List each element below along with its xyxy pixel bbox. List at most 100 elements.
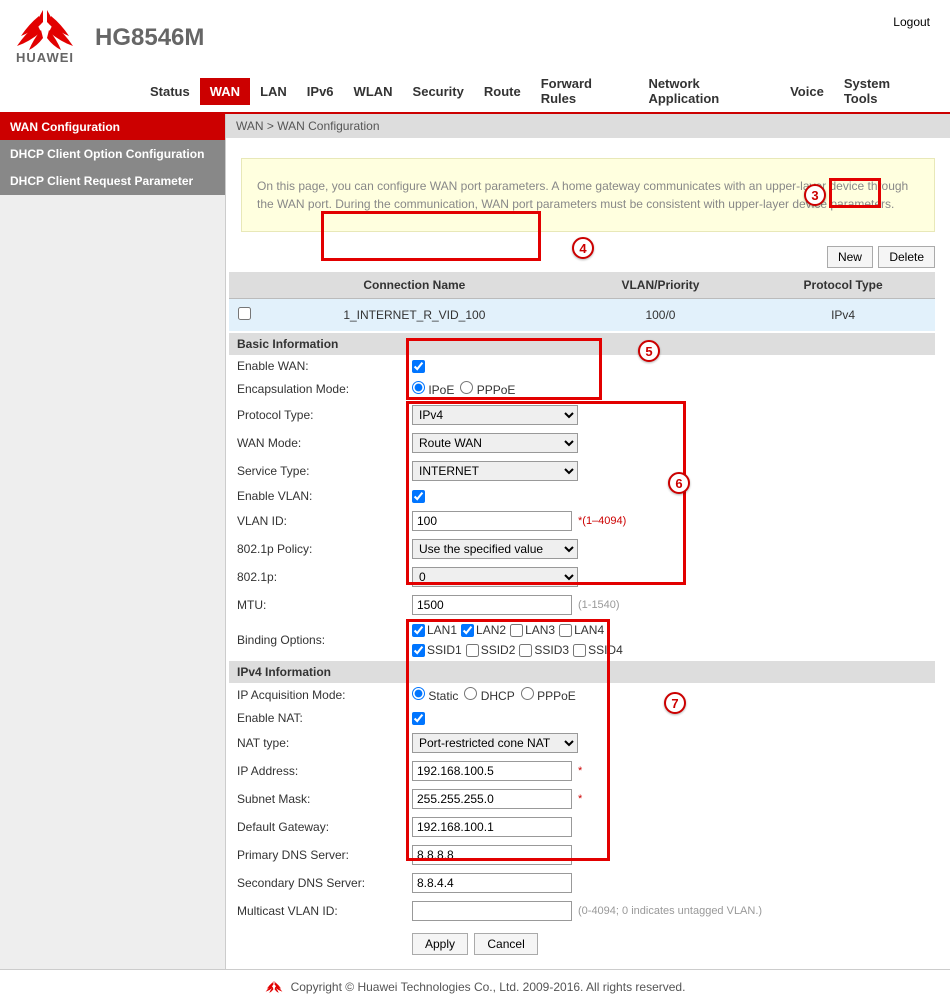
section-basic: Basic Information [229, 333, 935, 355]
ipacq-static-label: Static [428, 689, 458, 703]
mtu-hint: (1-1540) [578, 599, 620, 611]
sidebar-item-wan-configuration[interactable]: WAN Configuration [0, 114, 225, 141]
row-proto: IPv4 [751, 299, 935, 332]
ip-addr-input[interactable] [412, 761, 572, 781]
label-encap: Encapsulation Mode: [237, 382, 412, 396]
sidebar-item-dhcp-client-request-parameter[interactable]: DHCP Client Request Parameter [0, 168, 225, 195]
service-type-select[interactable]: INTERNET [412, 461, 578, 481]
col-protocol-type: Protocol Type [751, 272, 935, 299]
p8021-policy-select[interactable]: Use the specified value [412, 539, 578, 559]
nav-status[interactable]: Status [140, 78, 200, 105]
ipacq-dhcp-label: DHCP [481, 689, 515, 703]
delete-button[interactable]: Delete [878, 246, 935, 268]
row-vlan: 100/0 [570, 299, 752, 332]
cancel-button[interactable]: Cancel [474, 933, 537, 955]
label-wan-mode: WAN Mode: [237, 436, 412, 450]
label-enable-wan: Enable WAN: [237, 359, 412, 373]
bind-lan2-checkbox[interactable] [461, 624, 474, 637]
nav-lan[interactable]: LAN [250, 78, 297, 105]
section-ipv4: IPv4 Information [229, 661, 935, 683]
bind-ssid4-checkbox[interactable] [573, 644, 586, 657]
encap-ipoe-radio[interactable] [412, 381, 425, 394]
ipacq-pppoe-label: PPPoE [537, 689, 576, 703]
label-dns1: Primary DNS Server: [237, 848, 412, 862]
bind-ssid2-checkbox[interactable] [466, 644, 479, 657]
bind-lan1-checkbox[interactable] [412, 624, 425, 637]
bind-ssid4-label: SSID4 [588, 643, 623, 657]
vlan-id-input[interactable] [412, 511, 572, 531]
nav-voice[interactable]: Voice [780, 78, 834, 105]
label-enable-nat: Enable NAT: [237, 711, 412, 725]
bind-lan3-label: LAN3 [525, 623, 555, 637]
nav-wan[interactable]: WAN [200, 78, 250, 105]
footer-logo-icon [265, 980, 283, 994]
label-mvlan: Multicast VLAN ID: [237, 904, 412, 918]
nav-system-tools[interactable]: System Tools [834, 70, 935, 112]
label-binding: Binding Options: [237, 633, 412, 647]
encap-pppoe-radio[interactable] [460, 381, 473, 394]
p8021-select[interactable]: 0 [412, 567, 578, 587]
proto-type-select[interactable]: IPv4 [412, 405, 578, 425]
bind-lan3-checkbox[interactable] [510, 624, 523, 637]
nav-ipv6[interactable]: IPv6 [297, 78, 344, 105]
gateway-input[interactable] [412, 817, 572, 837]
label-dns2: Secondary DNS Server: [237, 876, 412, 890]
bind-ssid1-label: SSID1 [427, 643, 462, 657]
enable-vlan-checkbox[interactable] [412, 490, 425, 503]
intro-text: On this page, you can configure WAN port… [241, 158, 935, 232]
nav-forward-rules[interactable]: Forward Rules [531, 70, 639, 112]
brand-text: HUAWEI [16, 50, 74, 65]
bind-lan1-label: LAN1 [427, 623, 457, 637]
ipacq-static-radio[interactable] [412, 687, 425, 700]
nat-type-select[interactable]: Port-restricted cone NAT [412, 733, 578, 753]
subnet-req: * [578, 793, 582, 805]
bind-ssid1-checkbox[interactable] [412, 644, 425, 657]
bind-lan4-checkbox[interactable] [559, 624, 572, 637]
connection-table: Connection Name VLAN/Priority Protocol T… [229, 272, 935, 331]
label-vlan-id: VLAN ID: [237, 514, 412, 528]
bind-lan4-label: LAN4 [574, 623, 604, 637]
dns1-input[interactable] [412, 845, 572, 865]
col-check [229, 272, 259, 299]
ipacq-dhcp-radio[interactable] [464, 687, 477, 700]
label-enable-vlan: Enable VLAN: [237, 489, 412, 503]
nav-security[interactable]: Security [403, 78, 474, 105]
mvlan-input[interactable] [412, 901, 572, 921]
encap-pppoe-label: PPPoE [477, 383, 516, 397]
bind-ssid2-label: SSID2 [481, 643, 516, 657]
new-button[interactable]: New [827, 246, 873, 268]
logout-link[interactable]: Logout [893, 15, 930, 29]
apply-button[interactable]: Apply [412, 933, 468, 955]
label-ip-addr: IP Address: [237, 764, 412, 778]
footer-text: Copyright © Huawei Technologies Co., Ltd… [291, 980, 686, 994]
wan-mode-select[interactable]: Route WAN [412, 433, 578, 453]
footer: Copyright © Huawei Technologies Co., Ltd… [0, 969, 950, 1004]
subnet-input[interactable] [412, 789, 572, 809]
bind-ssid3-checkbox[interactable] [519, 644, 532, 657]
encap-ipoe-label: IPoE [428, 383, 454, 397]
label-subnet: Subnet Mask: [237, 792, 412, 806]
label-mtu: MTU: [237, 598, 412, 612]
row-checkbox[interactable] [238, 307, 251, 320]
breadcrumb: WAN > WAN Configuration [226, 114, 950, 138]
col-connection-name: Connection Name [259, 272, 570, 299]
mtu-input[interactable] [412, 595, 572, 615]
nav-route[interactable]: Route [474, 78, 531, 105]
sidebar-item-dhcp-client-option-configuration[interactable]: DHCP Client Option Configuration [0, 141, 225, 168]
top-nav: StatusWANLANIPv6WLANSecurityRouteForward… [0, 70, 950, 114]
sidebar: WAN ConfigurationDHCP Client Option Conf… [0, 114, 226, 969]
col-vlan-priority: VLAN/Priority [570, 272, 752, 299]
table-row[interactable]: 1_INTERNET_R_VID_100 100/0 IPv4 [229, 299, 935, 332]
ipacq-pppoe-radio[interactable] [521, 687, 534, 700]
label-service-type: Service Type: [237, 464, 412, 478]
nav-network-application[interactable]: Network Application [638, 70, 780, 112]
enable-wan-checkbox[interactable] [412, 360, 425, 373]
enable-nat-checkbox[interactable] [412, 712, 425, 725]
label-8021p: 802.1p: [237, 570, 412, 584]
label-nat-type: NAT type: [237, 736, 412, 750]
dns2-input[interactable] [412, 873, 572, 893]
row-name: 1_INTERNET_R_VID_100 [259, 299, 570, 332]
nav-wlan[interactable]: WLAN [344, 78, 403, 105]
bind-lan2-label: LAN2 [476, 623, 506, 637]
label-ip-acq: IP Acquisition Mode: [237, 688, 412, 702]
